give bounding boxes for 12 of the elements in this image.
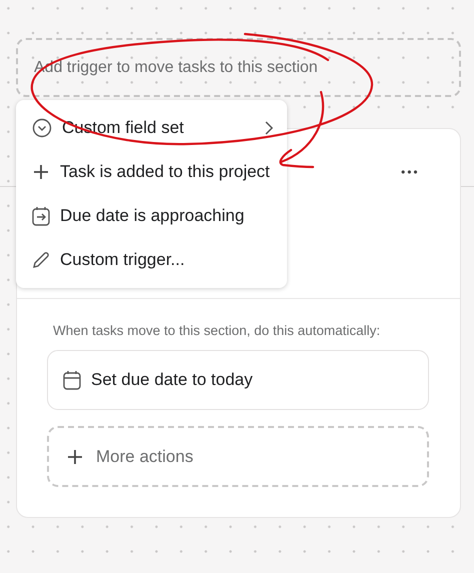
menu-item[interactable]: Due date is approaching bbox=[16, 194, 287, 238]
more-actions-button[interactable]: More actions bbox=[47, 426, 429, 487]
calendar-icon bbox=[63, 370, 81, 390]
more-menu[interactable]: ••• bbox=[401, 165, 420, 179]
plus-icon bbox=[66, 448, 84, 466]
menu-item[interactable]: Custom trigger... bbox=[16, 238, 287, 282]
plus-icon bbox=[32, 163, 50, 181]
menu-item[interactable]: Task is added to this project bbox=[16, 150, 287, 194]
rule-description: When tasks move to this section, do this automatically: bbox=[53, 323, 382, 338]
action-item[interactable]: Set due date to today bbox=[47, 350, 429, 410]
chevron-circle-icon bbox=[32, 118, 52, 138]
pencil-icon bbox=[32, 251, 50, 269]
